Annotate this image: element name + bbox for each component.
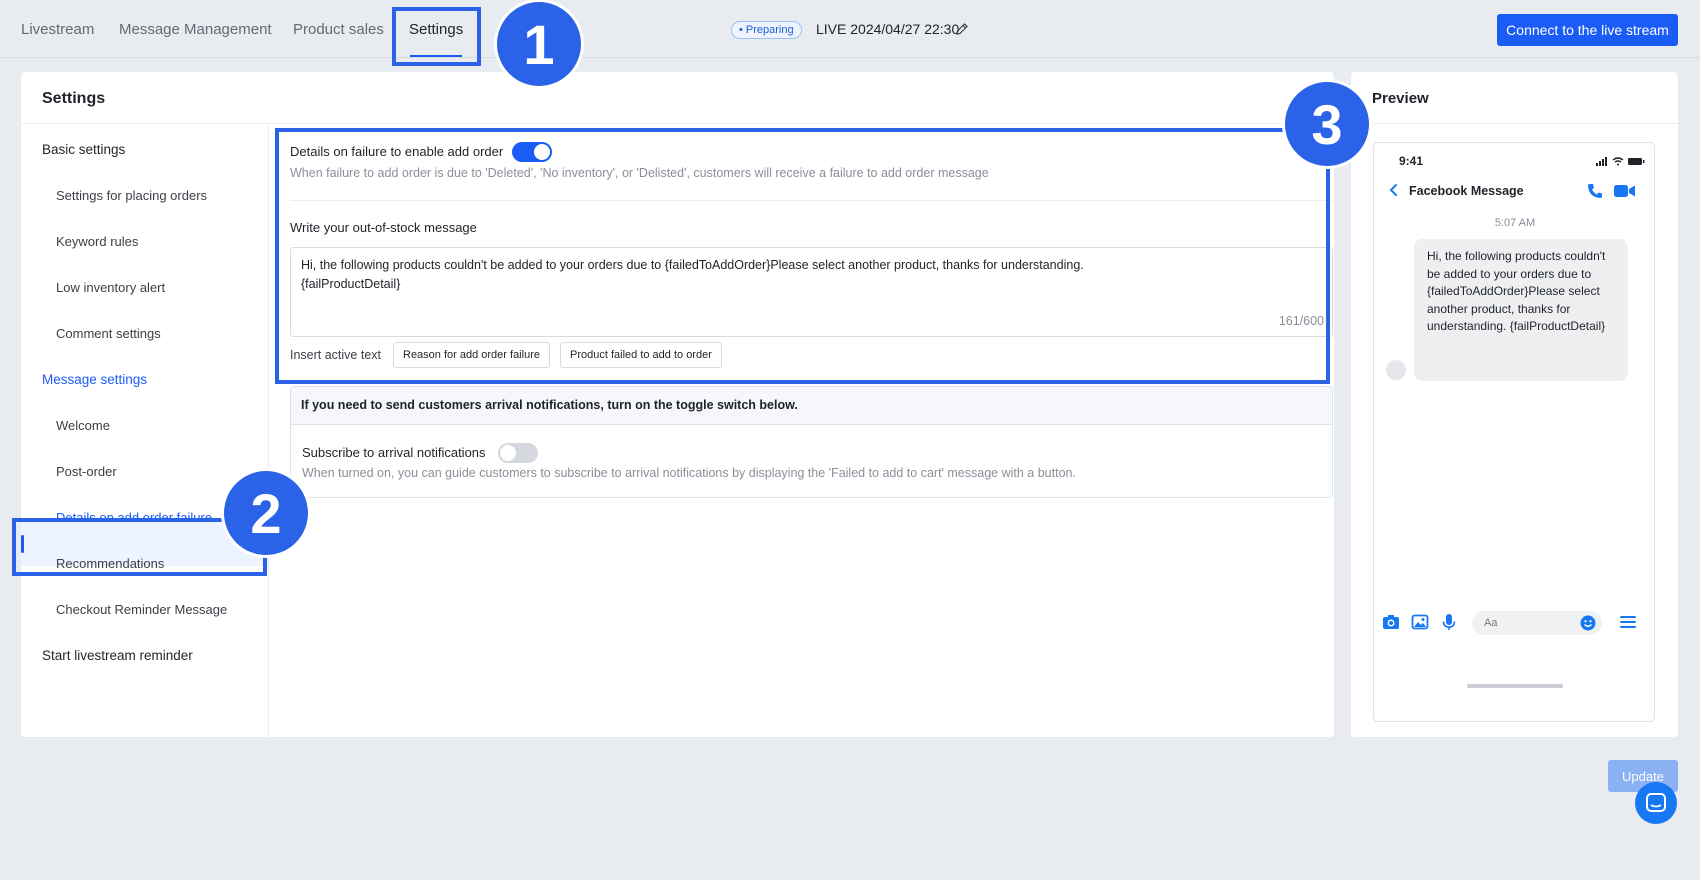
step-marker-3: 3 (1282, 79, 1372, 169)
back-arrow-icon[interactable] (1387, 183, 1401, 197)
preview-message-bubble: Hi, the following products couldn't be a… (1414, 239, 1628, 381)
step-marker-2: 2 (221, 468, 311, 558)
preview-title: Preview (1372, 90, 1429, 107)
support-chat-button[interactable] (1635, 782, 1677, 824)
arrival-subscribe-title: Subscribe to arrival notifications (302, 445, 486, 460)
phone-status-icons (1596, 157, 1645, 166)
arrival-notice-banner: If you need to send customers arrival no… (291, 387, 1332, 425)
edit-pencil-icon[interactable] (955, 22, 969, 36)
chat-name: Facebook Message (1409, 184, 1524, 198)
video-icon[interactable] (1614, 184, 1636, 198)
phone-clock: 9:41 (1399, 154, 1424, 168)
highlight-box-settings-tab (392, 7, 481, 66)
highlight-box-failure-section (275, 128, 1330, 384)
phone-mockup: 9:41 Facebook Message 5:07 AM Hi, the fo… (1373, 142, 1655, 722)
chat-timestamp: 5:07 AM (1494, 217, 1536, 229)
chat-bubble-icon (1646, 793, 1666, 812)
tab-message-management[interactable]: Message Management (119, 21, 272, 38)
connect-live-stream-button[interactable]: Connect to the live stream (1497, 14, 1678, 46)
image-icon[interactable] (1411, 613, 1429, 631)
tab-livestream[interactable]: Livestream (21, 21, 94, 38)
arrival-notification-panel: If you need to send customers arrival no… (290, 386, 1333, 498)
camera-icon[interactable] (1382, 613, 1400, 631)
arrival-subscribe-description: When turned on, you can guide customers … (302, 466, 1076, 480)
phone-icon[interactable] (1586, 182, 1604, 200)
tab-product-sales[interactable]: Product sales (293, 21, 384, 38)
mic-icon[interactable] (1440, 613, 1458, 631)
arrival-subscribe-toggle[interactable] (498, 443, 538, 463)
emoji-icon[interactable] (1580, 615, 1596, 631)
live-datetime: LIVE 2024/04/27 22:30 (816, 21, 960, 37)
preview-panel: Preview 9:41 Facebook Message 5:07 AM Hi… (1351, 72, 1678, 737)
top-nav: Livestream Message Management Product sa… (0, 0, 1700, 58)
status-badge: • Preparing (731, 21, 802, 39)
avatar (1386, 360, 1406, 380)
menu-icon[interactable] (1620, 615, 1636, 629)
toggle-knob (500, 445, 516, 461)
phone-home-indicator (1467, 684, 1563, 688)
divider (1351, 123, 1678, 124)
step-marker-1: 1 (494, 0, 584, 89)
